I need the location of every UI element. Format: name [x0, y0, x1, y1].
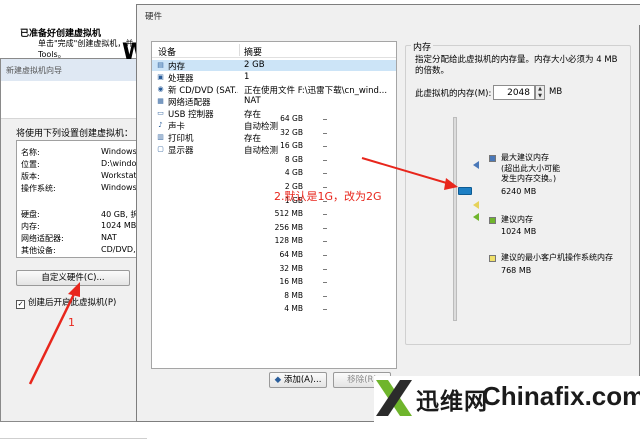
- watermark-en-text: Chinafix.com: [482, 381, 640, 411]
- annotation-step-2: 2.默认是1G，改为2G: [274, 190, 382, 203]
- arrow-to-slider-icon: [361, 157, 458, 190]
- watermark-logo-icon: [376, 380, 412, 416]
- watermark-cn-text: 迅维网: [416, 389, 488, 415]
- annotation-arrows: [28, 157, 458, 385]
- arrow-to-customize-icon: [28, 282, 80, 385]
